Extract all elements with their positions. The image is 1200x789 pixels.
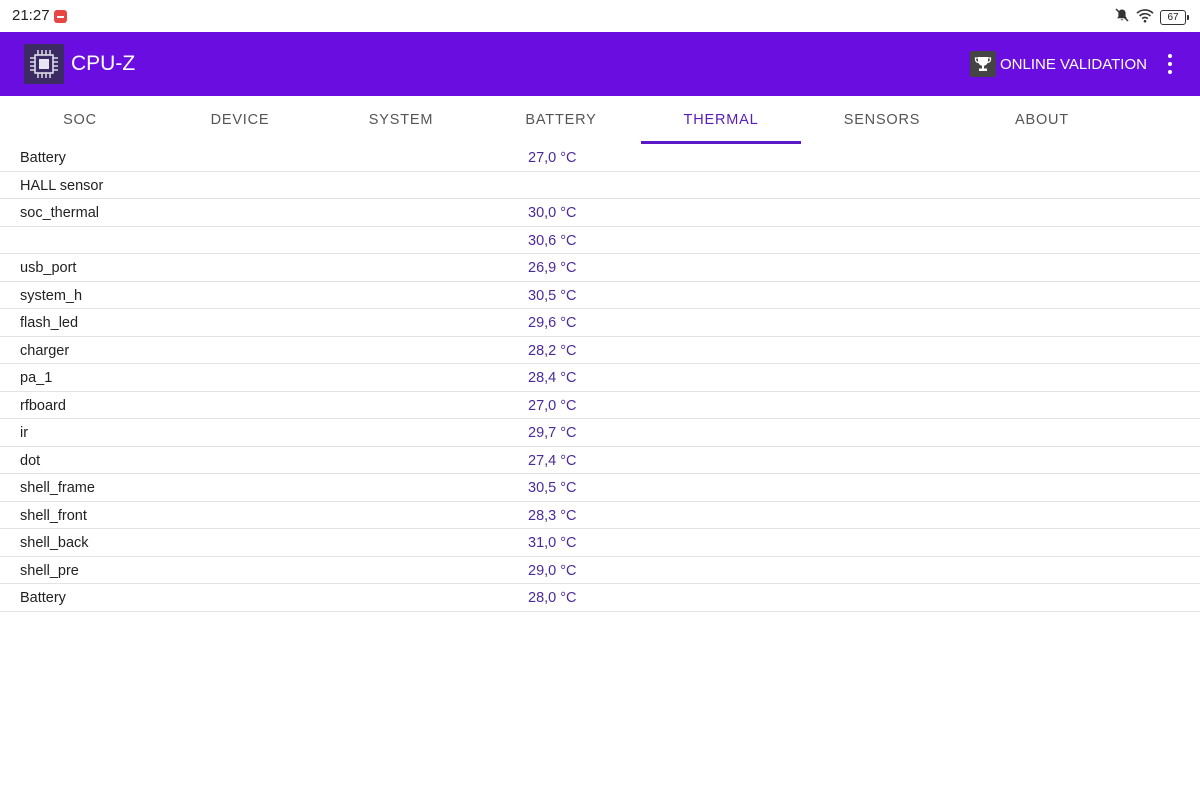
sensor-temperature: 29,7 °C	[528, 425, 577, 441]
table-row: charger 28,2 °C	[0, 337, 1200, 364]
sensor-name: system_h	[20, 287, 83, 304]
sensor-temperature: 27,0 °C	[528, 397, 577, 414]
table-row: ir 29,7 °C	[0, 419, 1200, 447]
status-bar: 21:27 67	[0, 0, 1200, 32]
thermal-table: Battery 27,0 °C HALL sensor soc_thermal …	[0, 144, 1200, 612]
sensor-temperature: 29,0 °C	[528, 562, 577, 579]
sensor-temperature: 26,9 °C	[528, 260, 577, 276]
table-row: shell_pre 29,0 °C	[0, 557, 1200, 584]
sensor-name: Battery	[20, 150, 66, 166]
table-row: rfboard 27,0 °C	[0, 392, 1200, 419]
sensor-temperature: 28,3 °C	[528, 507, 577, 524]
sensor-temperature: 28,2 °C	[528, 342, 577, 359]
table-row: Battery 28,0 °C	[0, 584, 1200, 612]
online-validation-button[interactable]: ONLINE VALIDATION	[970, 50, 1147, 78]
sensor-temperature: 29,6 °C	[528, 315, 577, 331]
tab-sensors[interactable]: SENSORS	[802, 96, 962, 144]
table-row: Battery 27,0 °C	[0, 144, 1200, 172]
sensor-name: dot	[20, 452, 41, 469]
tab-soc[interactable]: SOC	[0, 96, 160, 144]
tab-battery[interactable]: BATTERY	[481, 96, 641, 144]
mute-icon	[1114, 7, 1130, 28]
table-row: shell_back 31,0 °C	[0, 529, 1200, 557]
more-vertical-icon[interactable]	[1158, 52, 1182, 76]
table-row: shell_frame 30,5 °C	[0, 474, 1200, 502]
sensor-name: ir	[20, 425, 29, 441]
cpu-chip-icon	[24, 44, 64, 84]
wifi-icon	[1136, 8, 1154, 28]
table-row: flash_led 29,6 °C	[0, 309, 1200, 337]
sensor-temperature: 30,6 °C	[528, 232, 577, 249]
tab-about[interactable]: ABOUT	[962, 96, 1122, 144]
trophy-icon	[970, 51, 996, 77]
app-notification-icon	[54, 10, 67, 23]
table-row: 30,6 °C	[0, 227, 1200, 254]
sensor-temperature: 30,5 °C	[528, 287, 577, 304]
sensor-temperature: 27,4 °C	[528, 452, 577, 469]
battery-level: 67	[1167, 12, 1179, 23]
battery-icon: 67	[1160, 10, 1189, 25]
status-time: 21:27	[12, 7, 50, 24]
table-row: HALL sensor	[0, 172, 1200, 199]
sensor-temperature: 27,0 °C	[528, 150, 577, 166]
sensor-name: pa_1	[20, 370, 53, 386]
sensor-temperature: 28,4 °C	[528, 370, 577, 386]
table-row: usb_port 26,9 °C	[0, 254, 1200, 282]
tab-bar: SOC DEVICE SYSTEM BATTERY THERMAL SENSOR…	[0, 96, 1200, 144]
sensor-name: charger	[20, 342, 70, 359]
status-icons: 67	[1114, 7, 1189, 28]
sensor-temperature: 30,5 °C	[528, 480, 577, 496]
sensor-name: rfboard	[20, 397, 66, 414]
sensor-name: shell_frame	[20, 480, 95, 496]
tab-device[interactable]: DEVICE	[160, 96, 320, 144]
app-title: CPU-Z	[71, 52, 136, 75]
sensor-name: shell_back	[20, 535, 89, 551]
sensor-name: soc_thermal	[20, 205, 99, 221]
sensor-temperature: 31,0 °C	[528, 535, 577, 551]
table-row: soc_thermal 30,0 °C	[0, 199, 1200, 227]
sensor-temperature: 28,0 °C	[528, 590, 577, 606]
app-bar: CPU-Z ONLINE VALIDATION	[0, 32, 1200, 96]
table-row: shell_front 28,3 °C	[0, 502, 1200, 529]
tab-system[interactable]: SYSTEM	[321, 96, 481, 144]
tab-thermal[interactable]: THERMAL	[641, 96, 801, 144]
table-row: dot 27,4 °C	[0, 447, 1200, 474]
table-row: pa_1 28,4 °C	[0, 364, 1200, 392]
sensor-name: Battery	[20, 590, 66, 606]
sensor-name: flash_led	[20, 315, 79, 331]
sensor-temperature: 30,0 °C	[528, 205, 577, 221]
table-row: system_h 30,5 °C	[0, 282, 1200, 309]
sensor-name: shell_front	[20, 507, 87, 524]
sensor-name: HALL sensor	[20, 177, 104, 194]
sensor-name: usb_port	[20, 260, 77, 276]
sensor-name: shell_pre	[20, 562, 79, 579]
online-validation-label: ONLINE VALIDATION	[1000, 55, 1147, 73]
